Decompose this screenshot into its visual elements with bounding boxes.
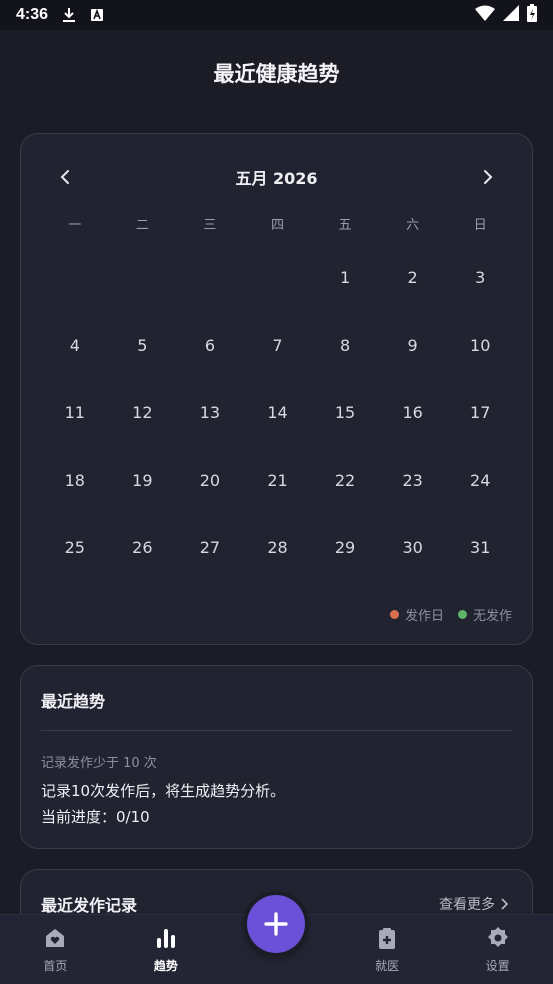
view-more-link[interactable]: 查看更多 <box>439 894 508 914</box>
nav-settings[interactable]: 设置 <box>442 915 553 984</box>
divider <box>41 730 512 731</box>
legend-label: 无发作 <box>472 609 512 624</box>
trend-progress: 当前进度：0/10 <box>41 808 150 826</box>
clipboard-medical-icon <box>375 925 399 951</box>
nav-label: 趋势 <box>153 959 178 973</box>
download-icon <box>62 7 76 23</box>
nav-label: 设置 <box>485 959 510 973</box>
calendar-day[interactable]: 15 <box>311 377 379 445</box>
calendar-header: 五月 2026 <box>21 164 532 190</box>
legend-label: 发作日 <box>404 609 444 624</box>
nav-home[interactable]: 首页 <box>0 915 111 984</box>
gear-icon <box>486 925 510 951</box>
nav-label: 就医 <box>375 959 400 973</box>
nav-trends[interactable]: 趋势 <box>111 915 222 984</box>
calendar-day[interactable]: 27 <box>176 512 244 580</box>
calendar-day[interactable]: 7 <box>244 310 312 378</box>
calendar-day[interactable]: 13 <box>176 377 244 445</box>
calendar-day[interactable]: 25 <box>41 512 109 580</box>
chevron-right-icon <box>501 898 508 910</box>
calendar-day[interactable]: 2 <box>379 242 447 310</box>
calendar-grid: 一二三四五六日 1 2 3 4 5 6 7 8 9 10 11 12 13 14 15 16 17 18 19 20 21… <box>41 214 514 580</box>
calendar-day[interactable]: 18 <box>41 445 109 513</box>
legend-no-seizure: 无发作 <box>457 605 512 624</box>
nav-label: 首页 <box>43 959 68 973</box>
status-time: 4:36 <box>16 6 49 23</box>
legend-seizure-day: 发作日 <box>389 605 444 624</box>
calendar-day[interactable]: 4 <box>41 310 109 378</box>
weekday-label: 二 <box>135 218 149 233</box>
a-box-icon <box>90 8 104 22</box>
calendar-day[interactable]: 22 <box>311 445 379 513</box>
calendar-day[interactable]: 8 <box>311 310 379 378</box>
calendar-day[interactable]: 23 <box>379 445 447 513</box>
home-heart-icon <box>43 925 67 951</box>
calendar-legend: 发作日 无发作 <box>389 605 512 624</box>
trend-card: 最近趋势 记录发作少于 10 次 记录10次发作后，将生成趋势分析。 当前进度：… <box>20 665 533 849</box>
calendar-day[interactable]: 30 <box>379 512 447 580</box>
nav-medical[interactable]: 就医 <box>332 915 443 984</box>
plus-icon <box>264 912 288 936</box>
page-title: 最近健康趋势 <box>213 62 340 86</box>
calendar-day[interactable]: 16 <box>379 377 447 445</box>
trend-subtitle: 记录发作少于 10 次 <box>41 756 157 771</box>
add-record-button[interactable] <box>247 895 305 953</box>
calendar-day[interactable]: 14 <box>244 377 312 445</box>
weekday-label: 六 <box>406 218 420 233</box>
weekday-label: 五 <box>338 218 352 233</box>
calendar-blank-cell <box>109 242 177 310</box>
calendar-day[interactable]: 6 <box>176 310 244 378</box>
trend-title: 最近趋势 <box>41 692 106 711</box>
calendar-day[interactable]: 31 <box>446 512 514 580</box>
battery-charging-icon <box>527 3 537 27</box>
wifi-icon <box>475 5 495 26</box>
calendar-day[interactable]: 20 <box>176 445 244 513</box>
calendar-day[interactable]: 26 <box>109 512 177 580</box>
weekday-label: 日 <box>473 218 487 233</box>
calendar-day[interactable]: 19 <box>109 445 177 513</box>
calendar-blank-cell <box>176 242 244 310</box>
calendar-day[interactable]: 10 <box>446 310 514 378</box>
calendar-day[interactable]: 5 <box>109 310 177 378</box>
weekday-label: 四 <box>270 218 284 233</box>
next-month-button[interactable] <box>478 167 498 187</box>
signal-icon <box>503 4 519 26</box>
calendar-day[interactable]: 21 <box>244 445 312 513</box>
calendar-day[interactable]: 1 <box>311 242 379 310</box>
calendar-day[interactable]: 29 <box>311 512 379 580</box>
calendar-card: 五月 2026 一二三四五六日 1 2 3 4 5 6 7 8 9 10 11 12 13 14 15 16 17… <box>20 133 533 645</box>
trend-message: 记录10次发作后，将生成趋势分析。 <box>41 782 286 800</box>
calendar-day[interactable]: 11 <box>41 377 109 445</box>
view-more-label: 查看更多 <box>439 897 495 913</box>
status-bar: 4:36 <box>0 0 553 30</box>
calendar-month-label: 五月 2026 <box>235 169 318 188</box>
chevron-right-icon <box>483 170 493 184</box>
calendar-day[interactable]: 3 <box>446 242 514 310</box>
calendar-day[interactable]: 24 <box>446 445 514 513</box>
legend-dot-seizure <box>389 610 399 619</box>
calendar-day[interactable]: 17 <box>446 377 514 445</box>
legend-dot-no-seizure <box>457 610 467 619</box>
calendar-day[interactable]: 28 <box>244 512 312 580</box>
chevron-left-icon <box>60 170 69 184</box>
calendar-blank-cell <box>41 242 109 310</box>
prev-month-button[interactable] <box>55 167 75 187</box>
records-title: 最近发作记录 <box>41 896 138 915</box>
calendar-day[interactable]: 9 <box>379 310 447 378</box>
calendar-day[interactable]: 12 <box>109 377 177 445</box>
weekday-label: 三 <box>203 218 217 233</box>
weekday-label: 一 <box>68 218 82 233</box>
calendar-blank-cell <box>244 242 312 310</box>
bar-chart-icon <box>154 925 178 951</box>
